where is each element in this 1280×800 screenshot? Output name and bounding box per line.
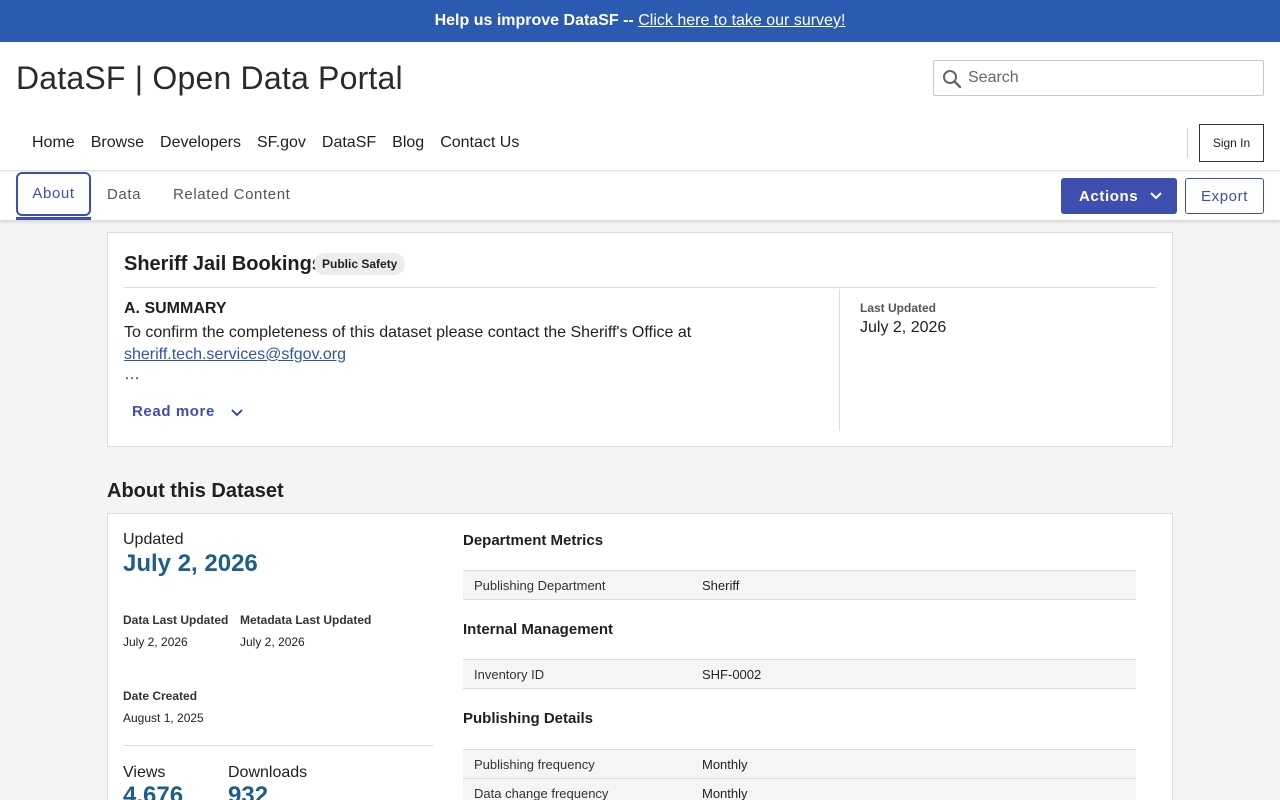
banner-text: Help us improve DataSF -- [434,12,634,29]
nav-browse[interactable]: Browse [83,132,152,154]
views-value: 4,676 [123,782,184,800]
search-input[interactable] [968,61,1258,95]
divider [839,289,840,431]
last-updated-label: Last Updated [860,301,937,315]
nav-contact-us[interactable]: Contact Us [432,132,527,154]
metadata-value: Monthly [702,757,748,772]
metadata-key: Inventory ID [474,667,545,682]
nav-blog[interactable]: Blog [384,132,432,154]
data-last-updated-label: Data Last Updated [123,613,229,627]
metadata-row: Inventory ID SHF-0002 [463,659,1136,689]
nav-home[interactable]: Home [24,132,83,154]
summary-description: To confirm the completeness of this data… [124,324,692,341]
actions-button[interactable]: Actions [1061,178,1177,214]
read-more-button[interactable]: Read more [132,403,243,420]
date-created-label: Date Created [123,689,198,703]
search-box[interactable] [933,60,1264,96]
site-header: DataSF | Open Data Portal Home Browse De… [0,42,1280,171]
dataset-summary-card: Sheriff Jail Bookings Public Safety A. S… [107,232,1173,447]
chevron-down-icon [1150,192,1162,200]
metadata-last-updated-label: Metadata Last Updated [240,613,372,627]
divider [124,287,1156,288]
tab-about[interactable]: About [16,172,91,216]
downloads-label: Downloads [228,764,308,781]
data-last-updated-value: July 2, 2026 [123,635,188,649]
nav-sfgov[interactable]: SF.gov [249,132,314,154]
summary-ellipsis: … [124,366,140,383]
downloads-value: 932 [228,782,269,800]
about-dataset-card: Updated July 2, 2026 Data Last Updated J… [107,513,1173,800]
metadata-value: Sheriff [702,578,740,593]
actions-label: Actions [1079,187,1139,205]
search-icon [943,70,962,89]
nav-developers[interactable]: Developers [152,132,249,154]
metadata-value: SHF-0002 [702,667,762,682]
section-title: About this Dataset [107,480,284,502]
contact-email-link[interactable]: sheriff.tech.services@sfgov.org [124,346,346,363]
metadata-value: Monthly [702,786,748,800]
views-label: Views [123,764,166,781]
last-updated-value: July 2, 2026 [860,319,947,336]
dataset-tabbar: About Data Related Content Actions Expor… [0,172,1280,220]
updated-label: Updated [123,531,184,548]
nav-datasf[interactable]: DataSF [314,132,384,154]
nav-divider [1187,128,1188,158]
tab-data[interactable]: Data [107,172,141,218]
category-tag[interactable]: Public Safety [314,253,406,275]
chevron-down-icon [231,409,243,417]
summary-heading: A. SUMMARY [124,300,227,317]
tab-related-content[interactable]: Related Content [173,172,290,218]
updated-value: July 2, 2026 [123,550,258,577]
main-nav: Home Browse Developers SF.gov DataSF Blo… [24,132,527,154]
site-title[interactable]: DataSF | Open Data Portal [16,60,403,97]
metadata-section-heading: Internal Management [463,621,614,638]
summary-text: To confirm the completeness of this data… [124,322,824,366]
active-tab-indicator [16,217,91,220]
metadata-key: Publishing Department [474,578,606,593]
read-more-label: Read more [132,403,215,420]
metadata-row: Data change frequency Monthly [463,778,1136,800]
dataset-title: Sheriff Jail Bookings [124,253,323,275]
metadata-section-heading: Publishing Details [463,710,594,727]
divider [123,745,433,746]
metadata-row: Publishing Department Sheriff [463,570,1136,600]
metadata-last-updated-value: July 2, 2026 [240,635,305,649]
survey-banner: Help us improve DataSF -- Click here to … [0,0,1280,42]
export-button[interactable]: Export [1185,178,1264,214]
metadata-key: Data change frequency [474,786,609,800]
sign-in-button[interactable]: Sign In [1199,124,1264,162]
survey-link[interactable]: Click here to take our survey! [638,12,845,29]
metadata-key: Publishing frequency [474,757,595,772]
metadata-row: Publishing frequency Monthly [463,749,1136,779]
metadata-section-heading: Department Metrics [463,532,604,549]
date-created-value: August 1, 2025 [123,711,204,725]
